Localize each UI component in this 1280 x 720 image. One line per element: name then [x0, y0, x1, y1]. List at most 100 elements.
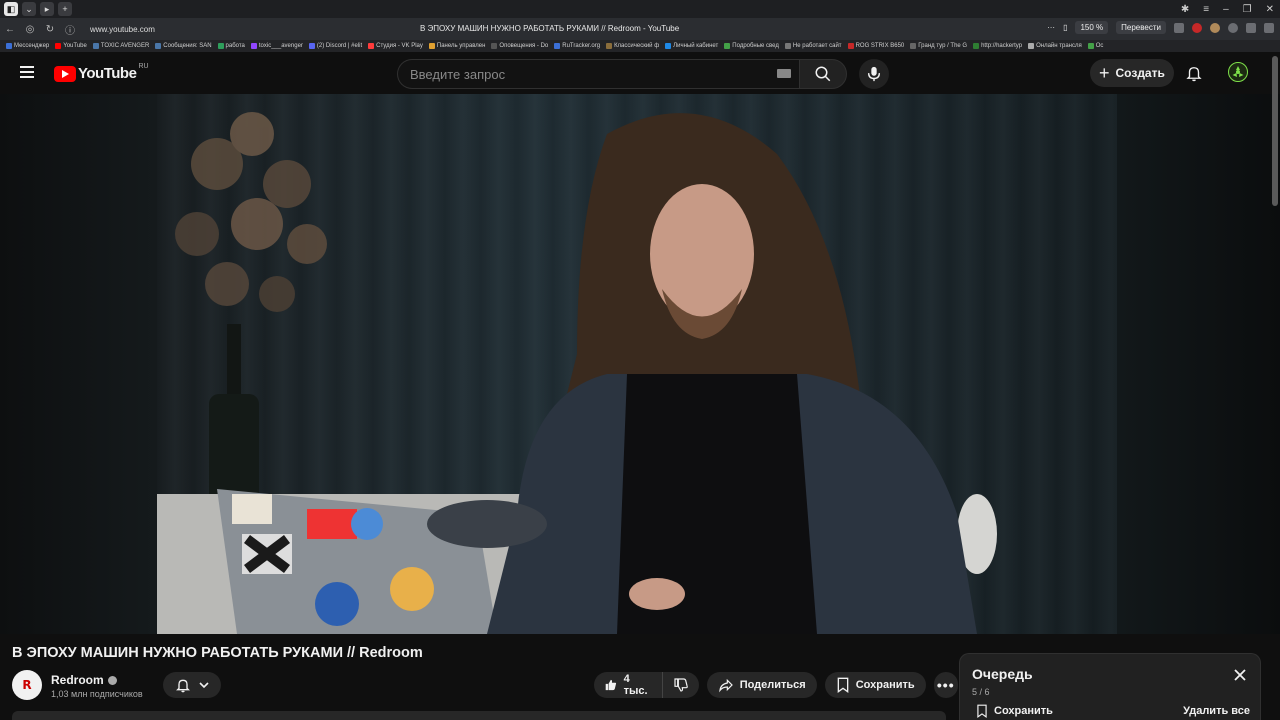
- cookie-extension-icon[interactable]: [1210, 22, 1220, 33]
- account-avatar[interactable]: [1228, 62, 1248, 82]
- bookmark-favicon-icon: [217, 43, 224, 49]
- queue-save-button[interactable]: Сохранить: [976, 704, 1053, 718]
- clear-queue-button[interactable]: Удалить все: [1183, 705, 1250, 717]
- hamburger-menu-icon[interactable]: [20, 66, 34, 78]
- thumbs-up-icon: [605, 679, 617, 691]
- minimize-button[interactable]: –: [1223, 4, 1229, 15]
- like-button[interactable]: 4 тыс.: [594, 672, 663, 698]
- save-button[interactable]: Сохранить: [824, 672, 926, 698]
- bookmark-item[interactable]: Гранд тур / The G: [910, 43, 967, 49]
- bookmark-label: Панель управлен: [436, 43, 486, 49]
- bookmark-favicon-icon: [910, 43, 917, 49]
- back-icon[interactable]: ←: [0, 24, 20, 35]
- bookmark-item[interactable]: Сообщения: SAN: [155, 43, 212, 49]
- bookmark-label: Классический ф: [614, 43, 660, 49]
- new-tab-button[interactable]: +: [58, 2, 72, 16]
- bookmark-favicon-icon: [665, 43, 672, 49]
- forward-icon[interactable]: ◎: [20, 24, 40, 35]
- bookmark-favicon-icon: [606, 43, 613, 49]
- bookmark-item[interactable]: Панель управлен: [428, 43, 486, 49]
- video-owner-row: R Redroom 1,03 млн подписчиков 4 тыс. По…: [12, 670, 958, 704]
- puzzle-extension-icon[interactable]: [1246, 22, 1256, 33]
- bookmark-item[interactable]: http://hackertyp: [973, 43, 1022, 49]
- channel-avatar[interactable]: R: [12, 670, 42, 700]
- browser-tab-strip: ◧ ⌄ ▸ + ✱ ≡ – ❐ ✕: [0, 0, 1280, 18]
- plus-icon: +: [1099, 63, 1110, 83]
- url-field[interactable]: www.youtube.com: [90, 25, 155, 34]
- youtube-header: YouTube RU + Создать: [0, 52, 1280, 94]
- close-window-button[interactable]: ✕: [1266, 4, 1274, 15]
- tab-menu-chevron-icon[interactable]: ⌄: [22, 2, 36, 16]
- bookmark-item[interactable]: Оповещения - Do: [491, 43, 548, 49]
- bookmark-icon: [837, 677, 849, 693]
- bookmark-label: ROG STRIX B650: [855, 43, 905, 49]
- bookmark-item[interactable]: Не работает сайт: [784, 43, 842, 49]
- thumbs-down-icon: [674, 678, 688, 692]
- bookmark-item[interactable]: toxic___avenger: [250, 43, 303, 49]
- zoom-indicator[interactable]: 150 %: [1075, 21, 1109, 34]
- dislike-button[interactable]: [663, 672, 699, 698]
- bookmark-favicon-icon: [784, 43, 791, 49]
- shield-extension-icon[interactable]: [1228, 22, 1238, 33]
- youtube-logo[interactable]: YouTube RU: [54, 63, 149, 82]
- translate-button[interactable]: Перевести: [1116, 21, 1166, 34]
- bell-icon: [1186, 67, 1202, 82]
- video-actions: 4 тыс. Поделиться Сохранить •••: [594, 672, 958, 698]
- close-queue-button[interactable]: [1234, 668, 1246, 686]
- video-title: В ЭПОХУ МАШИН НУЖНО РАБОТАТЬ РУКАМИ // R…: [12, 645, 423, 661]
- site-info-icon[interactable]: ⓘ: [60, 22, 80, 37]
- subscriber-count: 1,03 млн подписчиков: [51, 689, 143, 699]
- bookmark-item[interactable]: RuTracker.org: [554, 43, 600, 49]
- bookmark-label: TOXIC AVENGER: [100, 43, 150, 49]
- bookmark-item[interactable]: Ос: [1087, 43, 1103, 49]
- bookmark-item[interactable]: ROG STRIX B650: [847, 43, 905, 49]
- video-frame[interactable]: [157, 94, 1117, 634]
- channel-name: Redroom: [51, 673, 104, 687]
- description-box[interactable]: [12, 711, 946, 720]
- pin-icon[interactable]: ✱: [1181, 4, 1189, 15]
- bookmark-item[interactable]: TOXIC AVENGER: [92, 43, 150, 49]
- create-label: Создать: [1115, 66, 1165, 80]
- extension-icon[interactable]: [1174, 22, 1184, 33]
- bookmark-item[interactable]: Личный кабинет: [665, 43, 718, 49]
- bookmark-favicon-icon: [973, 43, 980, 49]
- menu-icon[interactable]: ≡: [1203, 4, 1209, 15]
- youtube-tab-icon[interactable]: ▸: [40, 2, 54, 16]
- bookmark-icon[interactable]: ▯: [1063, 23, 1067, 32]
- bookmark-label: Оповещения - Do: [499, 43, 549, 49]
- sidebar-toggle-icon[interactable]: ◧: [4, 2, 18, 16]
- bookmark-item[interactable]: (2) Discord | #elit: [308, 43, 362, 49]
- bookmark-favicon-icon: [368, 43, 375, 49]
- reload-icon[interactable]: ↻: [40, 24, 60, 35]
- bookmark-item[interactable]: Студия - VK Play: [368, 43, 423, 49]
- channel-name-link[interactable]: Redroom: [51, 673, 117, 687]
- bookmark-item[interactable]: работа: [217, 43, 245, 49]
- video-player[interactable]: [0, 94, 1280, 634]
- restore-button[interactable]: ❐: [1243, 4, 1252, 15]
- search-input[interactable]: [398, 60, 758, 88]
- bookmark-item[interactable]: Онлайн трансля: [1028, 43, 1082, 49]
- bookmark-item[interactable]: Мессенджер: [6, 43, 49, 49]
- create-button[interactable]: + Создать: [1090, 59, 1174, 87]
- adblock-extension-icon[interactable]: [1192, 22, 1202, 33]
- notification-settings-button[interactable]: [163, 672, 221, 698]
- page-scrollbar[interactable]: [1272, 56, 1278, 206]
- share-icon: [718, 678, 733, 693]
- video-scene: [157, 112, 997, 634]
- bookmark-item[interactable]: Классический ф: [606, 43, 659, 49]
- bookmark-favicon-icon: [6, 43, 12, 49]
- share-label: Поделиться: [739, 679, 806, 691]
- bookmark-item[interactable]: YouTube: [55, 43, 87, 49]
- more-options-icon[interactable]: ···: [1047, 23, 1055, 32]
- share-button[interactable]: Поделиться: [706, 672, 817, 698]
- bookmark-label: Личный кабинет: [673, 43, 719, 49]
- notifications-button[interactable]: [1185, 64, 1203, 87]
- voice-search-button[interactable]: [859, 59, 889, 89]
- download-icon[interactable]: [1264, 22, 1274, 33]
- bookmark-item[interactable]: Подробные свед: [724, 43, 779, 49]
- more-actions-button[interactable]: •••: [933, 672, 958, 698]
- search-button[interactable]: [799, 59, 847, 89]
- bookmark-favicon-icon: [1087, 43, 1094, 49]
- radiation-avatar-icon: [1232, 66, 1244, 77]
- keyboard-icon[interactable]: [777, 69, 791, 78]
